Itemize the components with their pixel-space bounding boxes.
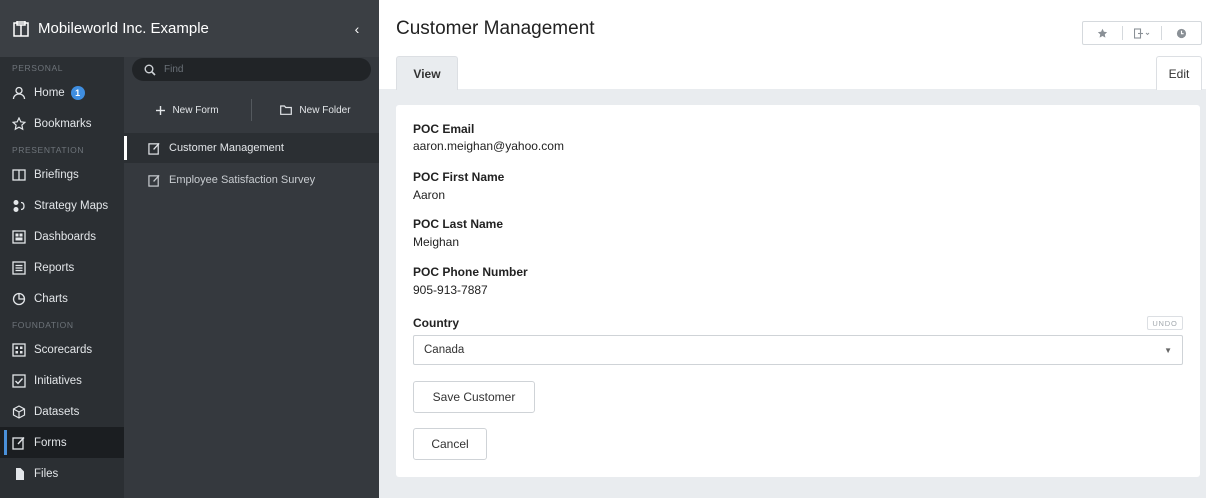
nav-item-label: Briefings: [34, 168, 79, 181]
form-icon: [148, 141, 162, 155]
new-form-label: New Form: [172, 104, 219, 116]
book-icon: [12, 168, 26, 182]
share-menu-button[interactable]: [1123, 22, 1162, 44]
pie-chart-icon: [12, 292, 26, 306]
undo-button[interactable]: UNDO: [1147, 316, 1183, 330]
search-box[interactable]: [132, 58, 371, 81]
nav-item-datasets[interactable]: Datasets: [0, 396, 124, 427]
scorecard-icon: [12, 342, 26, 357]
collapse-sidebar-button[interactable]: ‹: [347, 21, 367, 37]
tab-view[interactable]: View: [396, 56, 458, 90]
form-icon: [12, 436, 26, 450]
nav-item-label: Files: [34, 467, 59, 480]
country-label: Country: [413, 316, 459, 330]
org-header: Mobileworld Inc. Example ‹: [0, 0, 379, 57]
form-item-label: Employee Satisfaction Survey: [169, 174, 316, 186]
main-content: Customer Management View Edit POC Email …: [379, 0, 1206, 498]
new-folder-button[interactable]: New Folder: [252, 99, 379, 121]
nav-item-label: Scorecards: [34, 343, 93, 356]
nav-item-briefings[interactable]: Briefings: [0, 159, 124, 190]
header-toolbar: [1082, 21, 1202, 45]
save-customer-button[interactable]: Save Customer: [413, 381, 535, 413]
clock-icon: [1177, 28, 1187, 38]
nav-item-label: Forms: [34, 436, 67, 449]
poc-first-name-label: POC First Name: [413, 170, 505, 184]
nav-item-label: Initiatives: [34, 374, 82, 387]
notification-badge: 1: [70, 85, 85, 100]
nav-item-label: Home: [34, 86, 65, 99]
tab-edit[interactable]: Edit: [1156, 56, 1202, 90]
nav-item-scorecards[interactable]: Scorecards: [0, 334, 124, 365]
user-icon: [12, 86, 26, 100]
country-select[interactable]: Canada ▼: [413, 335, 1183, 365]
bookmark-button[interactable]: [1083, 22, 1122, 44]
form-icon: [148, 173, 162, 187]
forms-panel: New Form New Folder Customer Management …: [124, 57, 379, 498]
nav-item-label: Charts: [34, 292, 68, 305]
nav-item-label: Bookmarks: [34, 117, 92, 130]
nav-item-label: Datasets: [34, 405, 80, 418]
search-input[interactable]: [164, 64, 364, 75]
file-icon: [12, 467, 26, 481]
poc-last-name-label: POC Last Name: [413, 217, 504, 231]
poc-last-name-value: Meighan: [413, 235, 460, 249]
org-name: Mobileworld Inc. Example: [38, 20, 209, 37]
building-icon: [13, 20, 29, 37]
poc-first-name-value: Aaron: [413, 188, 446, 202]
poc-phone-label: POC Phone Number: [413, 265, 528, 279]
poc-phone-value: 905-913-7887: [413, 283, 488, 297]
caret-down-icon: ▼: [1164, 345, 1172, 355]
new-folder-label: New Folder: [299, 104, 351, 116]
share-icon: [1134, 27, 1150, 39]
nav-item-charts[interactable]: Charts: [0, 283, 124, 314]
cube-icon: [12, 404, 26, 419]
nav-item-files[interactable]: Files: [0, 458, 124, 489]
panel-actions: New Form New Folder: [124, 95, 379, 125]
nav-section-presentation: PRESENTATION: [12, 145, 85, 155]
history-button[interactable]: [1162, 22, 1201, 44]
nav-item-strategy-maps[interactable]: Strategy Maps: [0, 190, 124, 221]
poc-email-label: POC Email: [413, 122, 475, 136]
form-item-label: Customer Management: [169, 142, 284, 154]
star-icon: [1097, 28, 1107, 38]
nav-item-initiatives[interactable]: Initiatives: [0, 365, 124, 396]
search-icon: [144, 64, 156, 76]
nav-item-label: Dashboards: [34, 230, 97, 243]
star-icon: [12, 116, 26, 131]
page-title: Customer Management: [396, 18, 595, 39]
plus-icon: [156, 105, 166, 115]
form-card: POC Email aaron.meighan@yahoo.com POC Fi…: [396, 105, 1200, 477]
report-icon: [12, 260, 26, 275]
nav-item-dashboards[interactable]: Dashboards: [0, 221, 124, 252]
form-item-customer-management[interactable]: Customer Management: [124, 133, 379, 163]
dashboard-icon: [12, 229, 26, 244]
checkbox-icon: [12, 373, 26, 388]
folder-icon: [280, 105, 293, 115]
nav-section-foundation: FOUNDATION: [12, 320, 74, 330]
nav-item-label: Strategy Maps: [34, 199, 109, 212]
country-select-value: Canada: [424, 344, 465, 356]
content-header: Customer Management View Edit: [379, 0, 1206, 90]
nav-item-label: Reports: [34, 261, 75, 274]
cancel-button[interactable]: Cancel: [413, 428, 487, 460]
nav-item-forms[interactable]: Forms: [0, 427, 124, 458]
nav-item-bookmarks[interactable]: Bookmarks: [0, 108, 124, 139]
nav-item-reports[interactable]: Reports: [0, 252, 124, 283]
nav-item-home[interactable]: Home 1: [0, 77, 124, 108]
poc-email-value: aaron.meighan@yahoo.com: [413, 139, 564, 153]
form-item-employee-satisfaction-survey[interactable]: Employee Satisfaction Survey: [124, 165, 379, 195]
nav-section-personal: PERSONAL: [12, 63, 64, 73]
main-nav: PERSONAL Home 1 Bookmarks PRESENTATION B…: [0, 57, 124, 498]
strategy-map-icon: [12, 199, 26, 213]
new-form-button[interactable]: New Form: [124, 99, 251, 121]
